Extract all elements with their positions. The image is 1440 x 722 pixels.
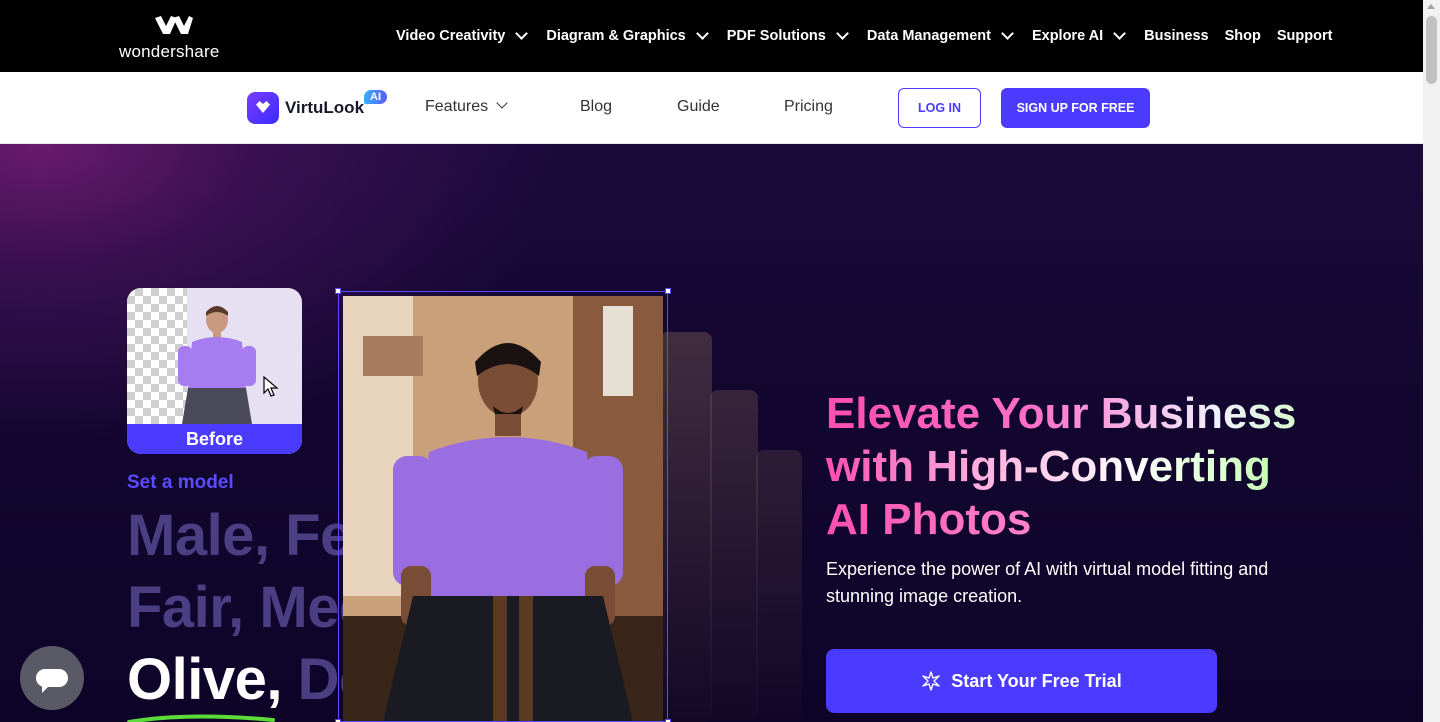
nav-label: Support xyxy=(1276,28,1333,44)
sparkle-icon xyxy=(922,671,940,691)
chevron-down-icon xyxy=(515,27,529,40)
chevron-down-icon xyxy=(695,27,709,40)
mouse-pointer-icon xyxy=(263,376,279,397)
headline-line-1: Elevate Your Business xyxy=(826,387,1346,440)
scroll-up-arrow-icon[interactable] xyxy=(1427,4,1435,9)
nav-blog[interactable]: Blog xyxy=(580,98,612,116)
nav-label: Diagram & Graphics xyxy=(546,28,686,44)
hero-section: Before Set a model Male, Female, Fair, M… xyxy=(0,144,1423,722)
page-scrollbar[interactable] xyxy=(1423,0,1440,722)
before-label: Before xyxy=(127,424,302,454)
hero-headline: Elevate Your Business with High-Converti… xyxy=(826,387,1346,546)
set-model-label: Set a model xyxy=(127,472,234,493)
virtulook-logo[interactable]: VirtuLook AI xyxy=(247,90,387,124)
nav-explore-ai[interactable]: Explore AI xyxy=(1031,27,1128,44)
start-free-trial-button[interactable]: Start Your Free Trial xyxy=(826,649,1217,713)
nav-features-label: Features xyxy=(425,98,489,115)
nav-video-creativity[interactable]: Video Creativity xyxy=(396,27,530,44)
before-model-image xyxy=(178,306,256,424)
product-name: VirtuLook xyxy=(285,98,365,117)
selection-frame[interactable] xyxy=(335,288,671,722)
signup-button[interactable]: SIGN UP FOR FREE xyxy=(1001,88,1150,128)
headline-line-2: with High-Converting xyxy=(826,440,1346,493)
cta-label: Start Your Free Trial xyxy=(951,670,1122,691)
nav-label: Data Management xyxy=(866,28,991,44)
nav-guide[interactable]: Guide xyxy=(677,98,720,116)
before-card: Before xyxy=(127,288,302,454)
nav-pricing[interactable]: Pricing xyxy=(784,98,833,116)
nav-label: Video Creativity xyxy=(396,28,506,44)
underline-swoosh xyxy=(127,714,275,722)
active-option-label: Olive, xyxy=(127,647,282,712)
login-button[interactable]: LOG IN xyxy=(898,88,981,128)
nav-diagram-graphics[interactable]: Diagram & Graphics xyxy=(546,27,710,44)
chevron-down-icon xyxy=(496,97,508,109)
chevron-down-icon xyxy=(835,27,849,40)
nav-pdf-solutions[interactable]: PDF Solutions xyxy=(726,27,851,44)
active-option: Olive, xyxy=(127,647,298,722)
nav-business[interactable]: Business xyxy=(1144,28,1208,44)
stacked-photo-ghost xyxy=(756,450,802,720)
chevron-down-icon xyxy=(1001,27,1014,40)
headline-line-3: AI Photos xyxy=(826,493,1346,546)
nav-data-management[interactable]: Data Management xyxy=(866,27,1016,44)
hero-subtext: Experience the power of AI with virtual … xyxy=(826,559,1269,606)
nav-support[interactable]: Support xyxy=(1277,28,1333,44)
chat-button[interactable] xyxy=(20,646,84,710)
global-nav: Video Creativity Diagram & Graphics PDF … xyxy=(396,24,1348,48)
resize-handle[interactable] xyxy=(665,288,671,294)
nav-features[interactable]: Features xyxy=(425,97,508,116)
nav-label: Explore AI xyxy=(1031,28,1104,44)
chat-bubble-icon xyxy=(36,669,68,687)
nav-label: Business xyxy=(1144,28,1209,44)
scroll-thumb[interactable] xyxy=(1426,16,1437,84)
global-header: wondershare Video Creativity Diagram & G… xyxy=(0,0,1423,72)
wondershare-logo-icon xyxy=(155,16,193,34)
resize-handle[interactable] xyxy=(335,288,341,294)
nav-label: Shop xyxy=(1224,28,1261,44)
wondershare-logo[interactable]: wondershare xyxy=(119,14,229,62)
page: wondershare Video Creativity Diagram & G… xyxy=(0,0,1440,722)
nav-shop[interactable]: Shop xyxy=(1225,28,1261,44)
stacked-photo-ghost xyxy=(710,390,758,720)
virtulook-logo-icon xyxy=(247,92,279,124)
nav-label: PDF Solutions xyxy=(726,28,826,44)
product-header: VirtuLook AI Features Blog Guide Pricing… xyxy=(0,72,1423,144)
ai-badge: AI xyxy=(364,90,387,104)
wondershare-wordmark: wondershare xyxy=(119,42,220,61)
chevron-down-icon xyxy=(1113,27,1127,40)
